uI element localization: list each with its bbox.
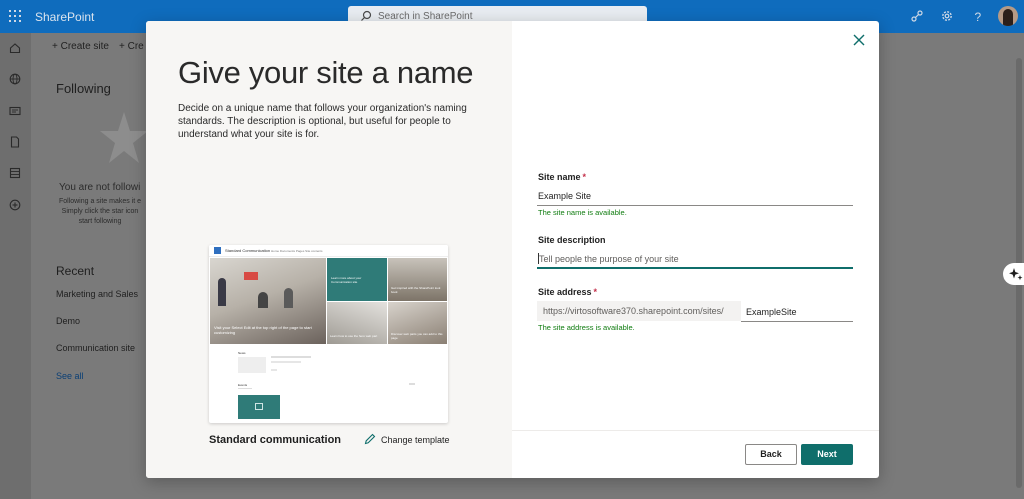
site-address-prefix-text: https://virtosoftware370.sharepoint.com/… [543,306,724,316]
preview-news-line [271,356,311,358]
see-all-link[interactable]: See all [56,371,84,381]
recent-heading: Recent [56,264,95,278]
site-name-underline [537,205,853,206]
preview-site-title: Standard Communication [225,248,271,253]
create-site-label: Create site [60,41,109,52]
dialog-left-pane: Give your site a name Decide on a unique… [146,21,512,478]
news-icon[interactable] [9,105,21,117]
preview-hero-main-text: Visit your Select Edit at the top right … [214,325,312,335]
site-name-input[interactable]: Example Site [538,191,591,201]
site-address-underline [741,321,853,322]
change-template-label: Change template [381,435,450,445]
site-address-label: Site address * [538,287,597,297]
create-news-label: Cre [127,41,144,52]
template-name: Standard communication [209,434,342,446]
globe-icon[interactable] [9,73,21,85]
site-name-label-text: Site name [538,172,581,182]
preview-hero-main: Visit your Select Edit at the top right … [210,258,326,344]
settings-gear-icon[interactable] [940,9,954,23]
following-heading: Following [56,81,111,96]
svg-text:?: ? [975,10,982,23]
preview-hero-text: Learn more about your Communication site [331,276,362,284]
site-address-prefix: https://virtosoftware370.sharepoint.com/… [537,301,741,321]
preview-nav: Home Documents Pages Site contents [271,249,323,253]
create-news-command[interactable]: + Cre [119,41,144,52]
not-following-description: Following a site makes it e Simply click… [58,198,142,225]
preview-events-label: Events [238,383,248,387]
preview-news-image [238,357,266,373]
command-bar: + Create site + Cre [31,33,151,57]
required-marker: * [593,287,598,297]
preview-events-line [238,388,252,389]
sparkle-icon [1009,268,1023,281]
help-icon[interactable]: ? [971,9,985,23]
next-button[interactable]: Next [801,444,853,465]
recent-item[interactable]: Communication site [56,343,135,353]
create-icon[interactable] [9,199,21,211]
home-icon[interactable] [9,42,21,54]
dialog-title: Give your site a name [178,55,474,90]
preview-news-line [271,361,301,363]
close-icon[interactable] [851,32,867,48]
app-launcher-icon[interactable] [9,10,21,22]
preview-hero-text: Learn how to use the hero web part [330,334,378,338]
preview-event-card [238,395,280,419]
not-following-text: You are not followi [59,182,141,193]
star-icon [100,112,148,163]
create-site-dialog: Give your site a name Decide on a unique… [146,21,879,478]
app-name[interactable]: SharePoint [35,10,94,24]
site-name-status: The site name is available. [538,208,627,217]
site-description-underline [537,267,853,269]
dialog-description: Decide on a unique name that follows you… [178,103,467,140]
back-button[interactable]: Back [745,444,797,465]
site-address-label-text: Site address [538,287,592,297]
lists-icon[interactable] [9,167,21,179]
preview-events-line [409,383,415,385]
pencil-icon [364,433,376,445]
user-avatar[interactable] [998,6,1018,26]
site-address-status: The site address is available. [538,323,635,332]
preview-news-line [271,369,277,371]
left-rail [0,33,31,499]
site-address-input[interactable]: ExampleSite [746,307,797,317]
preview-hero-text: Get inspired with the SharePoint look bo… [391,286,441,294]
template-preview: Standard Communication Home Documents Pa… [209,245,448,423]
calendar-icon [255,403,263,410]
preview-logo [214,247,221,254]
document-icon[interactable] [9,136,21,148]
preview-hero-tile: Get inspired with the SharePoint look bo… [388,258,447,301]
preview-hero-tile: Learn more about your Communication site [327,258,387,301]
preview-header: Standard Communication Home Documents Pa… [209,245,448,257]
preview-hero-tile: Discover web parts you can add to this p… [388,302,447,344]
copilot-button[interactable] [1003,263,1024,285]
recent-item[interactable]: Marketing and Sales [56,289,138,299]
required-marker: * [582,172,587,182]
create-site-command[interactable]: + Create site [52,41,109,52]
preview-news-label: News [238,351,246,355]
site-description-input[interactable]: Tell people the purpose of your site [539,254,679,264]
site-name-label: Site name * [538,172,586,182]
site-description-label: Site description [538,235,606,245]
recent-item[interactable]: Demo [56,316,80,326]
share-icon[interactable] [910,9,924,23]
preview-hero-text: Discover web parts you can add to this p… [391,332,443,340]
preview-hero-tile: Learn how to use the hero web part [327,302,387,344]
dialog-footer-divider [512,430,879,431]
